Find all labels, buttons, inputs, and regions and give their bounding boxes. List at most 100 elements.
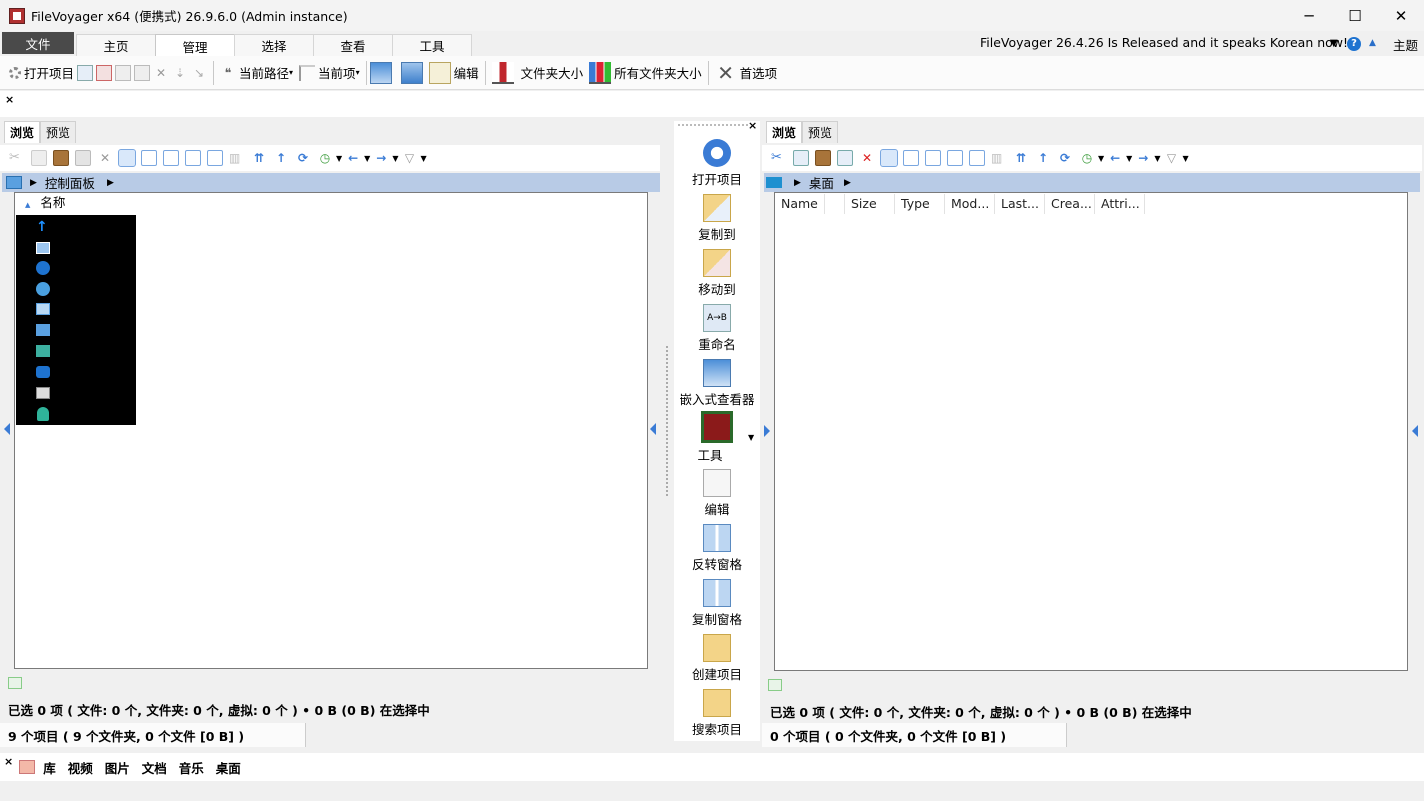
tab-browse[interactable]: 浏览 — [766, 121, 803, 143]
open-item-button[interactable]: 打开项目 — [6, 59, 77, 87]
tab-preview[interactable]: 预览 — [802, 121, 839, 143]
breadcrumb-control-panel[interactable]: 控制面板 — [45, 173, 95, 192]
edit-command[interactable]: 编辑 — [674, 469, 760, 521]
current-path-button[interactable]: ❝ 当前路径 ▾ — [217, 59, 296, 87]
columns-view-icon[interactable]: ▥ — [229, 150, 245, 166]
breadcrumb-desktop[interactable]: 桌面 — [809, 173, 834, 192]
refresh-icon[interactable]: ⟳ — [1057, 150, 1073, 166]
up-icon[interactable]: ↑ — [1035, 150, 1051, 166]
column-header-type[interactable]: Type — [895, 194, 945, 214]
right-pane-arrow-icon[interactable] — [764, 425, 770, 437]
user-icon[interactable] — [37, 407, 49, 421]
column-header-modified[interactable]: Mod... — [945, 194, 995, 214]
list-view-icon[interactable] — [903, 150, 919, 166]
right-collapse-icon[interactable] — [1412, 425, 1418, 437]
pane-splitter[interactable] — [666, 346, 669, 496]
paste-shortcut-icon[interactable] — [75, 150, 91, 166]
current-item-button[interactable]: 当前项 ▾ — [296, 59, 363, 87]
dropdown-icon[interactable]: ▼ — [1126, 154, 1132, 163]
column-header-attributes[interactable]: Attri... — [1095, 194, 1145, 214]
preferences-button[interactable]: ✕ 首选项 — [712, 59, 781, 87]
network-icon[interactable] — [36, 345, 50, 357]
refresh-icon[interactable]: ⟳ — [295, 150, 311, 166]
help-icon[interactable]: ? — [1347, 37, 1361, 51]
monitor-icon[interactable] — [36, 303, 50, 315]
right-address-bar[interactable]: ▶ 桌面 ▶ — [764, 173, 1420, 192]
copy-icon[interactable] — [793, 150, 809, 166]
accessibility-icon[interactable] — [36, 261, 50, 275]
announcement-link[interactable]: FileVoyager 26.4.26 Is Released and it s… — [980, 35, 1348, 50]
close-button[interactable]: ✕ — [1378, 0, 1424, 31]
create-item-command[interactable]: 创建项目 — [674, 634, 760, 686]
copy-to-command[interactable]: 复制到 — [674, 194, 760, 246]
bookmark-desktop[interactable]: 桌面 — [216, 758, 241, 777]
maximize-button[interactable]: ☐ — [1332, 0, 1378, 31]
delete-icon[interactable]: ✕ — [153, 65, 169, 81]
rename-command[interactable]: A→B 重命名 — [674, 304, 760, 356]
cut-icon[interactable]: ✂ — [9, 150, 25, 166]
cut-icon[interactable]: ✂ — [771, 150, 787, 166]
column-header-created[interactable]: Crea... — [1045, 194, 1095, 214]
duplicate-icon[interactable] — [134, 64, 151, 81]
left-pane-arrow-icon[interactable] — [650, 423, 656, 435]
delete-icon[interactable]: ✕ — [859, 150, 875, 166]
dropdown-icon[interactable]: ▼ — [748, 433, 754, 442]
search-item-command[interactable]: 搜索项目 — [674, 689, 760, 741]
programs-icon[interactable] — [36, 366, 50, 378]
bookmark-pictures[interactable]: 图片 — [105, 758, 130, 777]
all-folder-size-button[interactable]: 所有文件夹大小 — [586, 59, 705, 87]
forward-icon[interactable]: → — [1135, 150, 1151, 166]
add-tab-icon[interactable] — [8, 677, 22, 689]
window-icon[interactable] — [36, 242, 50, 254]
folder-size-button[interactable]: 文件夹大小 — [489, 59, 587, 87]
column-header-name[interactable]: Name — [775, 194, 825, 214]
move-to-icon[interactable] — [96, 64, 113, 81]
filter-icon[interactable]: ▽ — [1163, 150, 1179, 166]
up-arrow-icon[interactable]: ↑ — [36, 219, 48, 235]
paste-shortcut-icon[interactable] — [837, 150, 853, 166]
forward-icon[interactable]: → — [373, 150, 389, 166]
tiles-view-icon[interactable] — [947, 150, 963, 166]
list-view-icon[interactable] — [141, 150, 157, 166]
left-file-list[interactable]: ▲ 名称 ↑ — [14, 192, 648, 669]
display-icon[interactable] — [36, 324, 50, 336]
add-tab-icon[interactable] — [768, 679, 782, 691]
paste-icon[interactable] — [53, 150, 69, 166]
dropdown-icon[interactable]: ▼ — [1182, 154, 1188, 163]
theme-button[interactable]: 主题 — [1393, 35, 1418, 54]
column-header-size[interactable]: Size — [845, 194, 895, 214]
tiles-view-icon[interactable] — [185, 150, 201, 166]
embedded-viewer-command[interactable]: 嵌入式查看器 — [674, 359, 760, 411]
globe-lock-icon[interactable] — [36, 282, 50, 296]
thumbnails-view-icon[interactable] — [969, 150, 985, 166]
copy-pane-command[interactable]: 复制窗格 — [674, 579, 760, 631]
copy-icon[interactable] — [31, 150, 47, 166]
details-view-icon[interactable] — [118, 149, 136, 167]
top-icon[interactable]: ⇈ — [1013, 150, 1029, 166]
tab-browse[interactable]: 浏览 — [4, 121, 41, 143]
tab-view[interactable]: 查看 — [313, 34, 393, 56]
dropdown-icon[interactable]: ▼ — [364, 154, 370, 163]
tools-command[interactable]: 工具 ▼ — [674, 411, 760, 466]
history-icon[interactable]: ◷ — [317, 150, 333, 166]
delete-icon[interactable]: ✕ — [97, 150, 113, 166]
bookmark-videos[interactable]: 视频 — [68, 758, 93, 777]
back-icon[interactable]: ← — [345, 150, 361, 166]
tab-home[interactable]: 主页 — [76, 34, 156, 56]
move-to-command[interactable]: 移动到 — [674, 249, 760, 301]
send-icon[interactable] — [400, 61, 423, 84]
small-icons-view-icon[interactable] — [925, 150, 941, 166]
column-header-name[interactable]: ▲ 名称 — [15, 193, 136, 213]
close-icon[interactable]: × — [748, 119, 757, 132]
filter-icon[interactable]: ▽ — [401, 150, 417, 166]
dropdown-icon[interactable]: ▼ — [1154, 154, 1160, 163]
tab-manage[interactable]: 管理 — [155, 34, 235, 57]
column-header-last-access[interactable]: Last... — [995, 194, 1045, 214]
top-icon[interactable]: ⇈ — [251, 150, 267, 166]
swap-panes-command[interactable]: 反转窗格 — [674, 524, 760, 576]
collapse-ribbon-icon[interactable]: ▲ — [1369, 38, 1376, 48]
minimize-button[interactable]: ─ — [1286, 0, 1332, 31]
viewer-icon[interactable] — [369, 61, 392, 84]
up-icon[interactable]: ↑ — [273, 150, 289, 166]
right-file-list[interactable]: Name Size Type Mod... Last... Crea... At… — [774, 192, 1408, 671]
